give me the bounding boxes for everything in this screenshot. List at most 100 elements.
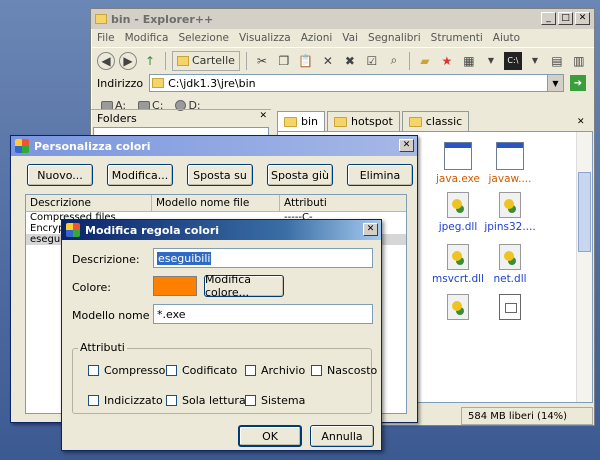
checkbox-compresso[interactable]: Compresso <box>88 364 165 377</box>
checkbox-box[interactable] <box>245 365 256 376</box>
application-icon <box>444 142 472 170</box>
checkbox-sola-lettura[interactable]: Sola lettura <box>166 394 246 407</box>
dll-icon <box>499 244 521 270</box>
close-button[interactable]: ✕ <box>363 223 378 236</box>
menu-visualizza[interactable]: Visualizza <box>239 32 291 44</box>
new-rule-label: Nuovo... <box>37 168 83 182</box>
delete-icon[interactable]: ✕ <box>319 52 337 70</box>
edit-color-rule-dialog: Modifica regola colori ✕ Descrizione: es… <box>61 219 382 451</box>
edit-rule-button[interactable]: Modifica... <box>107 164 173 186</box>
checkbox-sistema[interactable]: Sistema <box>245 394 305 407</box>
color-label: Colore: <box>72 281 111 294</box>
minimize-button[interactable]: _ <box>541 12 556 25</box>
status-bar: 584 MB liberi (14%) <box>461 407 593 425</box>
new-folder-icon[interactable]: ▰ <box>416 52 434 70</box>
close-icon[interactable]: ✕ <box>259 111 267 121</box>
edit-color-button[interactable]: Modifica colore... <box>204 273 284 299</box>
up-folder-icon[interactable]: ↑ <box>141 52 159 70</box>
color-palette-icon <box>15 139 29 153</box>
go-icon[interactable]: ➔ <box>570 75 586 91</box>
close-button[interactable]: ✕ <box>399 139 414 152</box>
file-item[interactable]: javaw.... <box>478 142 542 185</box>
checkbox-codificato[interactable]: Codificato <box>166 364 237 377</box>
copy-icon[interactable]: ❐ <box>275 52 293 70</box>
checkbox-box[interactable] <box>311 365 322 376</box>
tab-bar: bin hotspot classic <box>277 111 470 131</box>
close-tab-icon[interactable]: ✕ <box>577 117 585 127</box>
split-view-icon[interactable]: ▥ <box>570 52 588 70</box>
view-icon[interactable]: ▦ <box>460 52 478 70</box>
filename-pattern-value: *.exe <box>157 307 186 321</box>
column-header-descrizione[interactable]: Descrizione <box>26 195 152 211</box>
new-rule-button[interactable]: Nuovo... <box>27 164 93 186</box>
column-header-modello[interactable]: Modello nome file <box>152 195 280 211</box>
checkbox-box[interactable] <box>88 365 99 376</box>
tab-classic[interactable]: classic <box>401 111 470 131</box>
menu-modifica[interactable]: Modifica <box>125 32 169 44</box>
folder-icon <box>334 116 348 127</box>
tab-label: bin <box>301 115 319 128</box>
search-icon[interactable]: ⌕ <box>385 52 403 70</box>
menu-vai[interactable]: Vai <box>342 32 358 44</box>
dll-icon <box>447 294 469 320</box>
checkbox-label: Sola lettura <box>182 394 246 407</box>
properties-icon[interactable]: ☑ <box>363 52 381 70</box>
menu-aiuto[interactable]: Aiuto <box>493 32 520 44</box>
delete-rule-button[interactable]: Elimina <box>347 164 413 186</box>
checkbox-box[interactable] <box>166 365 177 376</box>
address-value: C:\jdk1.3\jre\bin <box>168 76 256 90</box>
checkbox-archivio[interactable]: Archivio <box>245 364 305 377</box>
checkbox-indicizzato[interactable]: Indicizzato <box>88 394 163 407</box>
cut-icon[interactable]: ✂ <box>253 52 271 70</box>
file-item[interactable]: net.dll <box>478 244 542 285</box>
dll-icon <box>499 192 521 218</box>
address-dropdown-icon[interactable]: ▼ <box>547 75 563 91</box>
menu-strumenti[interactable]: Strumenti <box>431 32 483 44</box>
checkbox-box[interactable] <box>88 395 99 406</box>
address-input[interactable]: C:\jdk1.3\jre\bin ▼ <box>149 74 564 92</box>
folders-toggle-button[interactable]: Cartelle <box>172 50 240 71</box>
bookmarks-icon[interactable]: ▤ <box>548 52 566 70</box>
edit-color-rule-titlebar: Modifica regola colori ✕ <box>62 220 381 240</box>
vertical-scrollbar[interactable] <box>576 132 592 402</box>
ok-button[interactable]: OK <box>238 425 302 447</box>
file-name: jpins32.... <box>484 221 536 233</box>
color-palette-icon <box>66 223 80 237</box>
forward-icon[interactable]: ▶ <box>119 51 137 70</box>
filename-pattern-input[interactable]: *.exe <box>153 304 373 324</box>
favorites-icon[interactable]: ★ <box>438 52 456 70</box>
edit-color-label: Modifica colore... <box>205 273 251 299</box>
close-button[interactable]: ✕ <box>575 12 590 25</box>
move-up-button[interactable]: Sposta su <box>187 164 253 186</box>
description-label: Descrizione: <box>72 253 140 266</box>
tab-bin[interactable]: bin <box>277 111 326 131</box>
cancel-label: Annulla <box>321 429 363 443</box>
tab-label: hotspot <box>351 115 393 128</box>
checkbox-label: Indicizzato <box>104 394 163 407</box>
back-icon[interactable]: ◀ <box>97 51 115 70</box>
file-item[interactable] <box>478 294 542 323</box>
command-prompt-icon[interactable]: C:\ <box>503 51 522 70</box>
scrollbar-thumb[interactable] <box>578 172 591 252</box>
column-header-attributi[interactable]: Attributi <box>280 195 406 211</box>
view-dropdown-icon[interactable]: ▼ <box>482 52 500 70</box>
delete-permanent-icon[interactable]: ✖ <box>341 52 359 70</box>
cancel-button[interactable]: Annulla <box>310 425 374 447</box>
menu-selezione[interactable]: Selezione <box>178 32 228 44</box>
menu-bar: File Modifica Selezione Visualizza Azion… <box>91 29 594 47</box>
checkbox-box[interactable] <box>166 395 177 406</box>
menu-azioni[interactable]: Azioni <box>301 32 333 44</box>
description-input[interactable]: eseguibili <box>153 248 373 268</box>
toolbar-separator <box>408 51 410 70</box>
paste-icon[interactable]: 📋 <box>297 52 315 70</box>
checkbox-box[interactable] <box>245 395 256 406</box>
tab-hotspot[interactable]: hotspot <box>327 111 400 131</box>
toolbar-dropdown-icon[interactable]: ▼ <box>526 52 544 70</box>
maximize-button[interactable]: □ <box>558 12 573 25</box>
menu-segnalibri[interactable]: Segnalibri <box>368 32 421 44</box>
move-down-button[interactable]: Sposta giù <box>267 164 333 186</box>
menu-file[interactable]: File <box>97 32 115 44</box>
file-item[interactable]: jpins32.... <box>478 192 542 233</box>
checkbox-nascosto[interactable]: Nascosto <box>311 364 377 377</box>
description-value: eseguibili <box>157 251 212 265</box>
